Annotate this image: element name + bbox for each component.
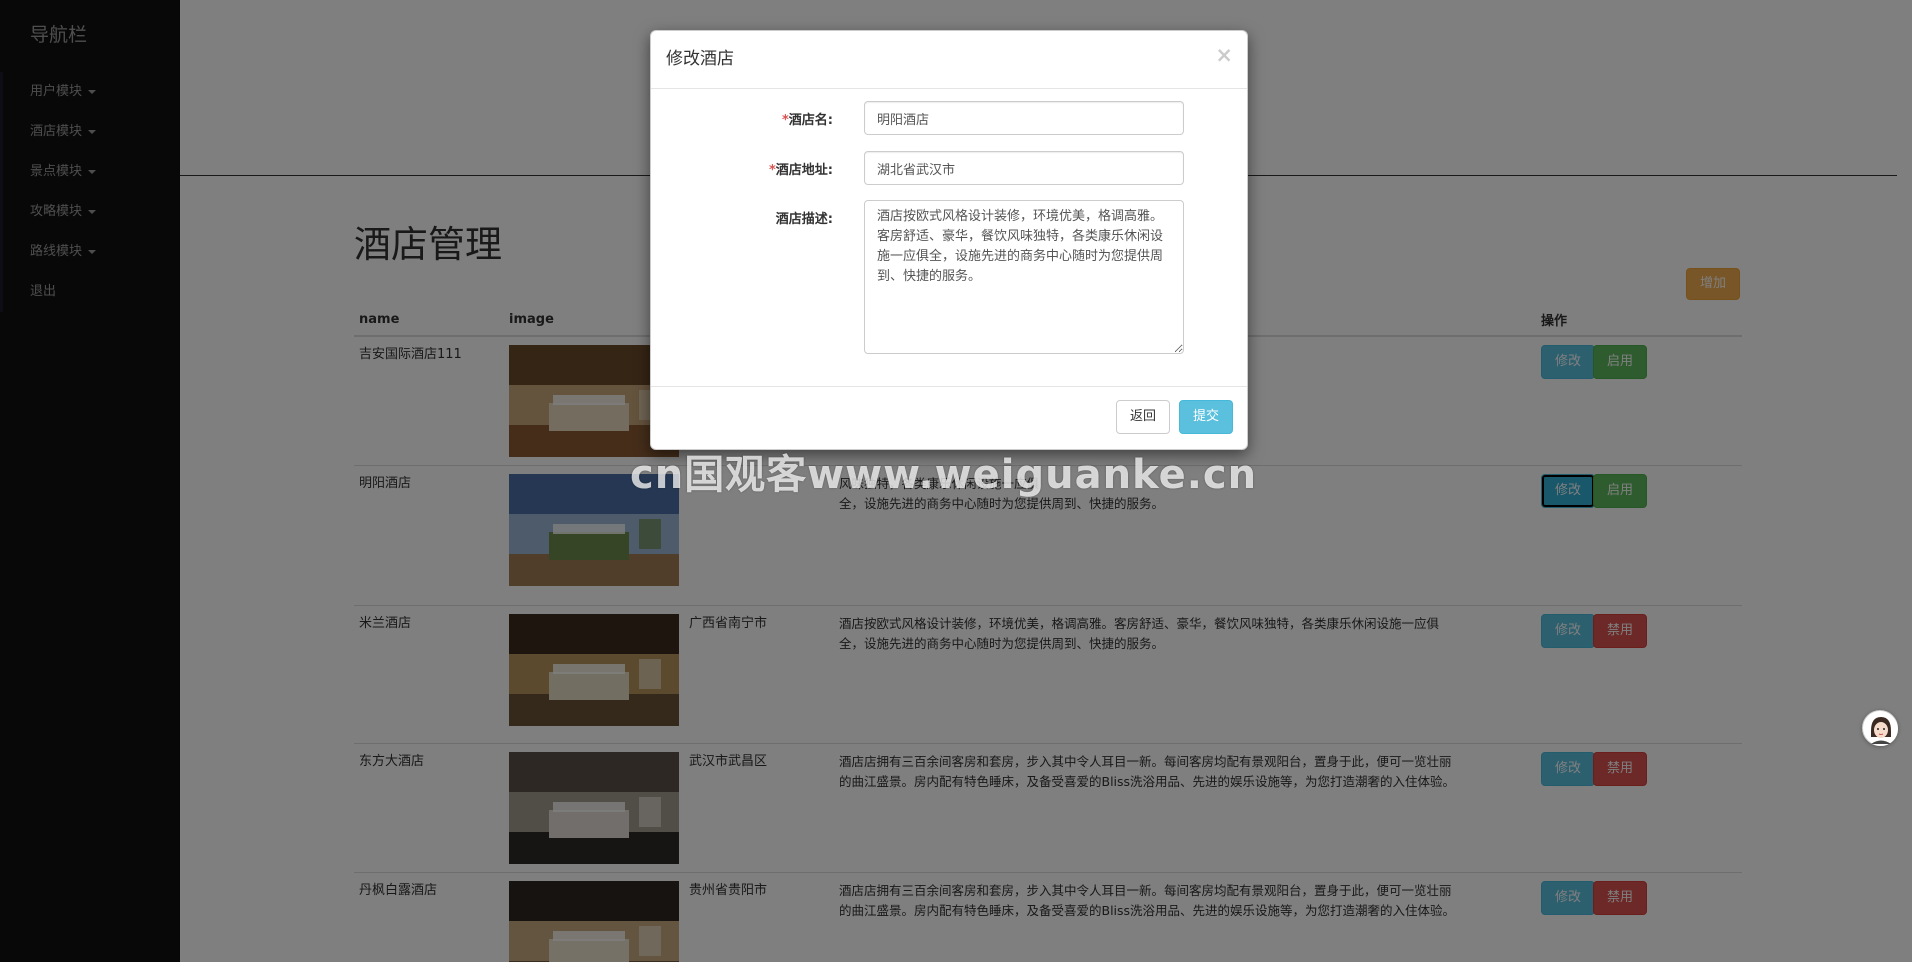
hotel-name-label: *酒店名: <box>782 109 833 128</box>
hotel-name-label-text: 酒店名: <box>788 113 833 128</box>
required-mark: * <box>768 163 776 178</box>
modal-body: *酒店名: *酒店地址: 酒店描述: 酒店按欧式风格设计装修，环境优美，格调高雅… <box>651 89 1247 387</box>
edit-hotel-modal: 修改酒店 × *酒店名: *酒店地址: 酒店描述: 酒店按欧式风格设计装修，环境… <box>650 30 1248 450</box>
avatar[interactable] <box>1862 710 1898 746</box>
hotel-address-label: *酒店地址: <box>769 159 833 178</box>
hotel-address-input[interactable] <box>864 151 1184 185</box>
hotel-desc-textarea[interactable]: 酒店按欧式风格设计装修，环境优美，格调高雅。客房舒适、豪华，餐饮风味独特，各类康… <box>864 200 1184 354</box>
hotel-desc-label: 酒店描述: <box>775 212 833 227</box>
hotel-name-input[interactable] <box>864 101 1184 135</box>
modal-header: 修改酒店 × <box>651 31 1247 89</box>
watermark: cn国观客www.weiguanke.cn <box>630 452 1258 498</box>
submit-button[interactable]: 提交 <box>1179 400 1233 434</box>
back-button[interactable]: 返回 <box>1116 400 1170 434</box>
hotel-address-label-text: 酒店地址: <box>775 163 833 178</box>
avatar-icon <box>1864 712 1898 746</box>
close-icon[interactable]: × <box>1215 43 1233 67</box>
required-mark: * <box>781 113 789 128</box>
modal-title: 修改酒店 <box>666 49 734 69</box>
modal-footer: 返回 提交 <box>651 386 1247 449</box>
